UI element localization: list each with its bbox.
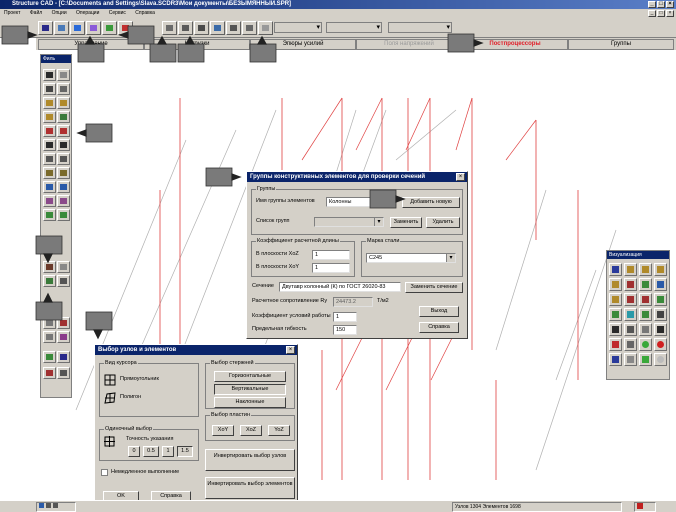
- status-indicator-icon: [637, 503, 643, 509]
- status-axes-icon: [53, 503, 58, 508]
- callout-pointers: [27, 31, 484, 340]
- status-icons-panel: [36, 502, 76, 512]
- callout-arrows-layer: [1, 25, 484, 340]
- status-bar: Узлов 1304 Элементов 1698: [0, 500, 676, 512]
- status-node-icon: [39, 503, 44, 508]
- status-counts: Узлов 1304 Элементов 1698: [452, 502, 622, 512]
- status-grid-icon: [46, 503, 51, 508]
- status-indicator-panel: [634, 502, 656, 512]
